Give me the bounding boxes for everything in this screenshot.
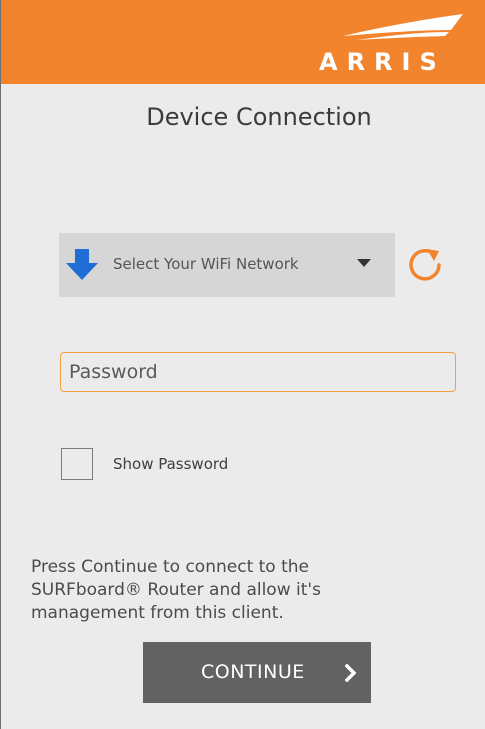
wifi-select-label: Select Your WiFi Network — [113, 255, 299, 273]
wifi-network-select[interactable]: Select Your WiFi Network — [59, 233, 395, 297]
continue-button[interactable]: CONTINUE — [143, 642, 371, 703]
arris-swoosh-icon — [343, 14, 463, 40]
chevron-right-icon — [345, 664, 357, 682]
continue-instructions: Press Continue to connect to the SURFboa… — [31, 557, 321, 623]
refresh-networks-button[interactable] — [405, 245, 445, 285]
continue-button-label: CONTINUE — [201, 661, 305, 683]
app-window: ARRIS Device Connection Select Your WiFi… — [0, 0, 485, 729]
brand-name: ARRIS — [319, 48, 446, 76]
header-bar: ARRIS — [1, 0, 485, 84]
password-field[interactable] — [60, 352, 456, 392]
page-title: Device Connection — [146, 103, 372, 131]
download-arrow-icon — [66, 249, 98, 280]
refresh-icon — [409, 249, 441, 281]
caret-down-icon — [357, 259, 371, 267]
show-password-label: Show Password — [113, 455, 229, 473]
show-password-checkbox[interactable] — [61, 448, 93, 480]
arris-logo: ARRIS — [313, 10, 471, 78]
